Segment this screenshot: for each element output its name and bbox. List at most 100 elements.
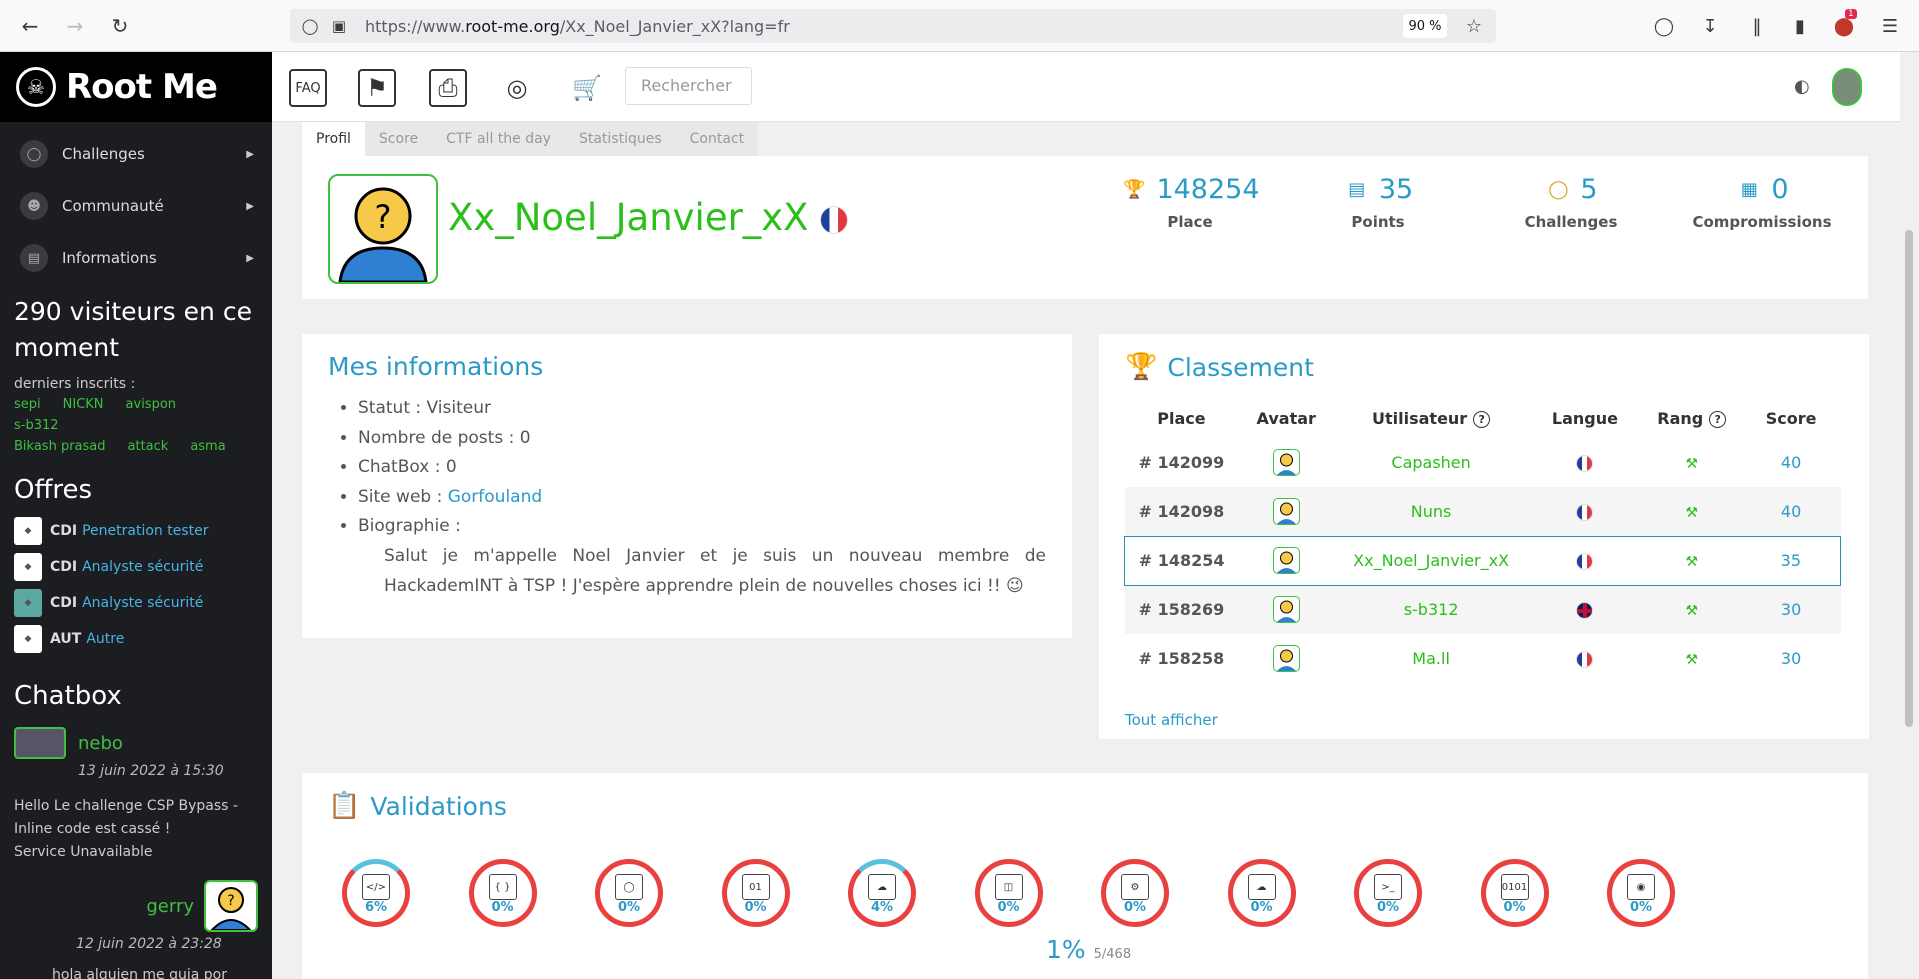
offer-item[interactable]: ◆ CDI Analyste sécurité xyxy=(0,585,272,621)
row-username[interactable]: Xx_Noel_Janvier_xX xyxy=(1334,535,1529,586)
avatar[interactable] xyxy=(1272,497,1300,525)
sidebar-item-communaute[interactable]: ☻ Communauté ▶ xyxy=(0,180,272,232)
row-username[interactable]: Nuns xyxy=(1334,487,1529,536)
offer-item[interactable]: ◆ CDI Analyste sécurité xyxy=(0,549,272,585)
user-avatar[interactable] xyxy=(1832,68,1862,106)
rank-icon: ⚒ xyxy=(1685,504,1699,521)
stat-compromissions: ▦ 0 Compromissions xyxy=(1682,174,1842,231)
library-icon[interactable]: ‖ xyxy=(1745,14,1769,38)
logo-text: Root Me xyxy=(66,67,218,107)
help-icon[interactable]: ? xyxy=(1473,410,1491,428)
sidebar-item-challenges[interactable]: ◯ Challenges ▶ xyxy=(0,128,272,180)
recent-user-link[interactable]: NICKN xyxy=(63,394,104,415)
address-bar[interactable]: ◯ ▣ https://www.root-me.org/Xx_Noel_Janv… xyxy=(290,9,1496,43)
recent-label: derniers inscrits : xyxy=(14,376,136,392)
validation-category[interactable]: ☁ 0% xyxy=(1227,859,1296,927)
clipboard-icon: 📋 xyxy=(328,791,361,821)
url-text[interactable]: https://www.root-me.org/Xx_Noel_Janvier_… xyxy=(365,17,790,36)
company-logo: ◆ xyxy=(14,589,42,617)
printer-icon[interactable]: ⎙ xyxy=(429,69,467,107)
tab-ctf[interactable]: CTF all the day xyxy=(432,122,565,156)
signpost-icon[interactable]: ⚑ xyxy=(358,69,396,107)
stat-value: 148254 xyxy=(1156,174,1260,205)
pocket-icon[interactable]: ◯ xyxy=(1652,14,1676,38)
infos-card: Mes informations Statut : Visiteur Nombr… xyxy=(302,334,1072,638)
target-icon[interactable]: ◎ xyxy=(498,69,536,107)
validation-category[interactable]: ⚙ 0% xyxy=(1101,859,1169,927)
chat-username[interactable]: nebo xyxy=(78,733,123,754)
validation-category[interactable]: </> 6% xyxy=(342,859,410,927)
back-button[interactable]: ← xyxy=(16,12,44,40)
menu-icon[interactable]: ☰ xyxy=(1878,14,1902,38)
avatar[interactable] xyxy=(1272,596,1300,624)
flag-fr-icon xyxy=(1576,503,1594,521)
recent-user-link[interactable]: Bikash prasad xyxy=(14,436,106,457)
validation-category[interactable]: ◉ 0% xyxy=(1607,859,1675,927)
reload-button[interactable]: ↻ xyxy=(106,12,134,40)
validation-category[interactable]: ◯ 0% xyxy=(595,859,663,927)
offer-item[interactable]: ◆ AUT Autre xyxy=(0,621,272,657)
validation-category[interactable]: ◫ 0% xyxy=(974,859,1043,927)
website-link[interactable]: Gorfouland xyxy=(448,487,542,507)
show-all-link[interactable]: Tout afficher xyxy=(1125,711,1218,729)
validation-category[interactable]: >_ 0% xyxy=(1354,859,1422,927)
rank-icon: ⚒ xyxy=(1685,603,1699,620)
lock-icon[interactable]: ▣ xyxy=(327,14,351,38)
col-avatar: Avatar xyxy=(1256,408,1316,428)
offer-link[interactable]: Penetration tester xyxy=(82,523,208,539)
offer-link[interactable]: Autre xyxy=(86,631,124,647)
cart-icon[interactable]: 🛒 xyxy=(568,69,606,107)
bookmark-star-icon[interactable]: ☆ xyxy=(1462,14,1486,38)
avatar[interactable] xyxy=(1272,449,1300,476)
validation-category[interactable]: ☁ 4% xyxy=(848,859,916,927)
tab-contact[interactable]: Contact xyxy=(675,122,759,156)
avatar[interactable] xyxy=(1272,645,1300,672)
site-logo[interactable]: ☠ Root Me xyxy=(0,52,272,122)
top-header: FAQ ⚑ ⎙ ◎ 🛒 Rechercher ◐ xyxy=(272,52,1900,122)
stat-label: Place xyxy=(1167,213,1213,231)
tab-statistiques[interactable]: Statistiques xyxy=(564,122,676,156)
avatar[interactable] xyxy=(1272,547,1300,574)
row-username[interactable]: s-b312 xyxy=(1334,585,1529,634)
row-score: 35 xyxy=(1741,535,1841,586)
offer-link[interactable]: Analyste sécurité xyxy=(82,595,203,611)
search-input[interactable]: Rechercher xyxy=(625,67,752,105)
avatar[interactable]: ? xyxy=(204,880,258,932)
shield-icon[interactable]: ◯ xyxy=(298,14,322,38)
row-username[interactable]: Ma.ll xyxy=(1334,634,1528,683)
bitwarden-icon[interactable]: ▮ xyxy=(1788,14,1812,38)
validations-title: Validations xyxy=(370,791,507,821)
scrollbar-thumb[interactable] xyxy=(1905,230,1913,727)
zoom-level[interactable]: 90 % xyxy=(1403,14,1447,38)
download-icon[interactable]: ↧ xyxy=(1698,14,1722,38)
username-text: Xx_Noel_Janvier_xX xyxy=(448,196,809,239)
offer-item[interactable]: ◆ CDI Penetration tester xyxy=(0,513,272,549)
faq-icon[interactable]: FAQ xyxy=(289,69,327,107)
validation-category[interactable]: 0101 0% xyxy=(1480,859,1549,927)
scrollbar[interactable] xyxy=(1900,122,1919,979)
help-icon[interactable]: ? xyxy=(1709,410,1727,428)
col-utilisateur: Utilisateur? xyxy=(1334,398,1528,438)
validations-card: 📋 Validations </> 6% { } 0% ◯ 0% 01 0% ☁ 4% ◫ 0% ⚙ 0%… xyxy=(302,773,1868,979)
chat-line: hola alguien me guia por favor xyxy=(52,967,227,979)
tab-profil[interactable]: Profil xyxy=(302,122,365,156)
row-avatar xyxy=(1238,585,1335,634)
recent-user-link[interactable]: s-b312 xyxy=(14,415,59,436)
offers-title: Offres xyxy=(14,475,93,505)
validation-category[interactable]: { } 0% xyxy=(468,859,537,927)
stat-label: Compromissions xyxy=(1692,213,1832,231)
chat-username[interactable]: gerry xyxy=(146,896,194,917)
recent-user-link[interactable]: asma xyxy=(190,436,225,457)
recent-user-link[interactable]: sepi xyxy=(14,394,41,415)
trophy-podium-icon: 🏆 xyxy=(1125,352,1158,382)
theme-toggle-icon[interactable]: ◐ xyxy=(1794,76,1810,97)
avatar[interactable] xyxy=(14,727,66,759)
offer-link[interactable]: Analyste sécurité xyxy=(82,559,203,575)
recent-user-link[interactable]: avispon xyxy=(126,394,177,415)
recent-user-link[interactable]: attack xyxy=(128,436,169,457)
sidebar-item-informations[interactable]: ▤ Informations ▶ xyxy=(0,232,272,284)
validation-category[interactable]: 01 0% xyxy=(721,859,790,927)
row-username[interactable]: Capashen xyxy=(1334,438,1528,487)
forward-button[interactable]: → xyxy=(61,12,89,40)
tab-score[interactable]: Score xyxy=(364,122,433,156)
